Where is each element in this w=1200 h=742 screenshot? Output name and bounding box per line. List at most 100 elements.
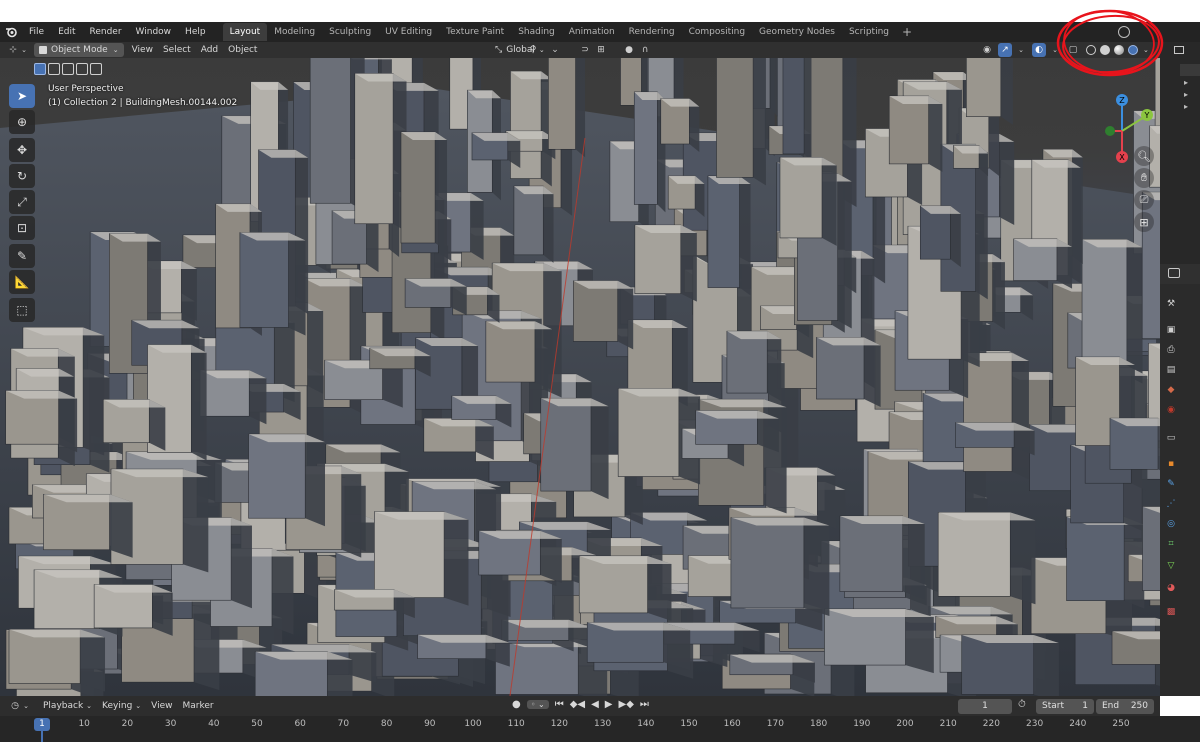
output-tab-icon[interactable]: ⎙ xyxy=(1163,342,1179,358)
scene-tab-icon[interactable]: ◆ xyxy=(1163,382,1179,398)
menu-window[interactable]: Window xyxy=(129,22,179,42)
jump-end-icon[interactable]: ⏭ xyxy=(640,699,649,710)
playback-dropdown[interactable]: Playback ⌄ xyxy=(38,699,97,713)
menu-edit[interactable]: Edit xyxy=(51,22,82,42)
select-subtract-icon[interactable] xyxy=(62,63,74,75)
building-facade xyxy=(8,629,81,684)
jump-start-icon[interactable]: ⏮ xyxy=(555,699,564,710)
current-frame-field[interactable]: 1 xyxy=(958,699,1012,714)
view-layer-tab-icon[interactable]: ▤ xyxy=(1163,362,1179,378)
mode-dropdown[interactable]: Object Mode ⌄ xyxy=(34,43,124,57)
tool-tab-icon[interactable]: ⚒ xyxy=(1163,296,1179,312)
tab-modeling[interactable]: Modeling xyxy=(267,23,322,41)
scale-icon[interactable]: ⤢ xyxy=(9,190,35,214)
annotate-icon[interactable]: ✎ xyxy=(9,244,35,268)
stopwatch-icon[interactable]: ⏱ xyxy=(1018,699,1026,710)
editor-type-icon[interactable]: ⊹ xyxy=(6,43,20,57)
world-tab-icon[interactable]: ◉ xyxy=(1163,402,1179,418)
keying-dropdown[interactable]: Keying ⌄ xyxy=(97,699,146,713)
add-workspace-button[interactable]: + xyxy=(896,25,918,39)
gizmo-toggle-icon[interactable]: ↗ xyxy=(998,43,1012,57)
tab-shading[interactable]: Shading xyxy=(511,23,562,41)
snap-icon[interactable]: ⊃ xyxy=(578,43,592,57)
tab-compositing[interactable]: Compositing xyxy=(682,23,752,41)
building-side xyxy=(753,58,766,186)
expand-arrow-icon[interactable]: ▸ xyxy=(1184,90,1188,99)
timeline-area[interactable]: 10 20 30 40 50 60 70 80 90 100 110 120 130 140 150 160 1… xyxy=(0,716,1200,742)
record-icon[interactable]: ● xyxy=(512,699,521,710)
overlays-toggle-icon[interactable]: ◐ xyxy=(1032,43,1046,57)
constraints-tab-icon[interactable]: ⌗ xyxy=(1163,536,1179,552)
zoom-icon[interactable]: 🔍︎ xyxy=(1134,146,1154,166)
end-frame-field[interactable]: End 250 xyxy=(1096,699,1154,714)
data-tab-icon[interactable]: ▽ xyxy=(1163,558,1179,574)
modifier-tab-icon[interactable]: ✎ xyxy=(1163,476,1179,492)
end-value: 250 xyxy=(1130,701,1148,711)
tab-texture-paint[interactable]: Texture Paint xyxy=(439,23,511,41)
tab-scripting[interactable]: Scripting xyxy=(842,23,896,41)
material-tab-icon[interactable]: ◕ xyxy=(1163,580,1179,596)
chevron-down-icon[interactable]: ⌄ xyxy=(548,43,562,57)
transform-icon[interactable]: ⊡ xyxy=(9,216,35,240)
falloff-icon[interactable]: ∩ xyxy=(638,43,652,57)
visibility-icon[interactable]: ◉ xyxy=(980,43,994,57)
cursor-select-icon[interactable]: ➤ xyxy=(9,84,35,108)
menu-render[interactable]: Render xyxy=(83,22,129,42)
menu-file[interactable]: File xyxy=(22,22,51,42)
menu-object[interactable]: Object xyxy=(223,43,262,57)
playhead-frame-indicator[interactable]: 1 xyxy=(34,718,50,731)
camera-icon[interactable]: ⎚ xyxy=(1134,190,1154,210)
move-icon[interactable]: ✥ xyxy=(9,138,35,162)
hand-pan-icon[interactable]: ✋︎ xyxy=(1134,168,1154,188)
editor-type-icon[interactable] xyxy=(1168,268,1180,278)
chevron-down-icon[interactable]: ⌄ xyxy=(1014,43,1028,57)
menu-marker[interactable]: Marker xyxy=(178,699,219,713)
play-icon[interactable]: ▶ xyxy=(605,699,613,710)
rotate-icon[interactable]: ↻ xyxy=(9,164,35,188)
next-keyframe-icon[interactable]: ▶◆ xyxy=(619,699,634,710)
pivot-icon[interactable]: ⚲ xyxy=(526,43,540,57)
3d-cursor-icon[interactable]: ⊕ xyxy=(9,110,35,134)
select-new-icon[interactable] xyxy=(34,63,46,75)
grid-view-icon[interactable]: ⊞ xyxy=(1134,212,1154,232)
keyframe-type-icon[interactable]: ◦ ⌄ xyxy=(526,700,549,709)
physics-tab-icon[interactable]: ◎ xyxy=(1163,516,1179,532)
expand-arrow-icon[interactable]: ▸ xyxy=(1184,102,1188,111)
3d-viewport[interactable]: User Perspective (1) Collection 2 | Buil… xyxy=(0,58,1160,696)
transform-orientation-dropdown[interactable]: ⤡ Global ⌄ xyxy=(490,43,550,57)
tab-layout[interactable]: Layout xyxy=(222,23,268,41)
timeline-editor-icon[interactable]: ◷ xyxy=(8,699,22,713)
object-tab-icon[interactable]: ▪ xyxy=(1163,456,1179,472)
tab-uv-editing[interactable]: UV Editing xyxy=(378,23,439,41)
proportional-edit-icon[interactable]: ● xyxy=(622,43,636,57)
menu-help[interactable]: Help xyxy=(178,22,213,42)
prev-keyframe-icon[interactable]: ◆◀ xyxy=(570,699,585,710)
chevron-down-icon[interactable]: ⌄ xyxy=(22,699,30,713)
texture-tab-icon[interactable]: ▩ xyxy=(1163,604,1179,620)
measure-icon[interactable]: 📐 xyxy=(9,270,35,294)
blender-logo-icon[interactable] xyxy=(0,22,22,42)
outliner-display-icon[interactable] xyxy=(1172,44,1190,56)
tab-animation[interactable]: Animation xyxy=(562,23,622,41)
start-value: 1 xyxy=(1082,701,1088,711)
menu-view[interactable]: View xyxy=(146,699,177,713)
tab-rendering[interactable]: Rendering xyxy=(622,23,682,41)
menu-view[interactable]: View xyxy=(127,43,158,57)
menu-add[interactable]: Add xyxy=(196,43,223,57)
chevron-down-icon[interactable]: ⌄ xyxy=(20,43,28,57)
snap-target-icon[interactable]: ⊞ xyxy=(594,43,608,57)
render-tab-icon[interactable]: ▣ xyxy=(1163,322,1179,338)
start-frame-field[interactable]: Start 1 xyxy=(1036,699,1094,714)
expand-arrow-icon[interactable]: ▸ xyxy=(1184,78,1188,87)
select-extend-icon[interactable] xyxy=(48,63,60,75)
select-intersect-icon[interactable] xyxy=(90,63,102,75)
tab-sculpting[interactable]: Sculpting xyxy=(322,23,378,41)
select-invert-icon[interactable] xyxy=(76,63,88,75)
outliner-scene-row[interactable] xyxy=(1180,64,1200,76)
add-cube-icon[interactable]: ⬚ xyxy=(9,298,35,322)
collection-tab-icon[interactable]: ▭ xyxy=(1163,430,1179,446)
particles-tab-icon[interactable]: ⋰ xyxy=(1163,496,1179,512)
tab-geometry-nodes[interactable]: Geometry Nodes xyxy=(752,23,842,41)
play-reverse-icon[interactable]: ◀ xyxy=(591,699,599,710)
menu-select[interactable]: Select xyxy=(158,43,196,57)
